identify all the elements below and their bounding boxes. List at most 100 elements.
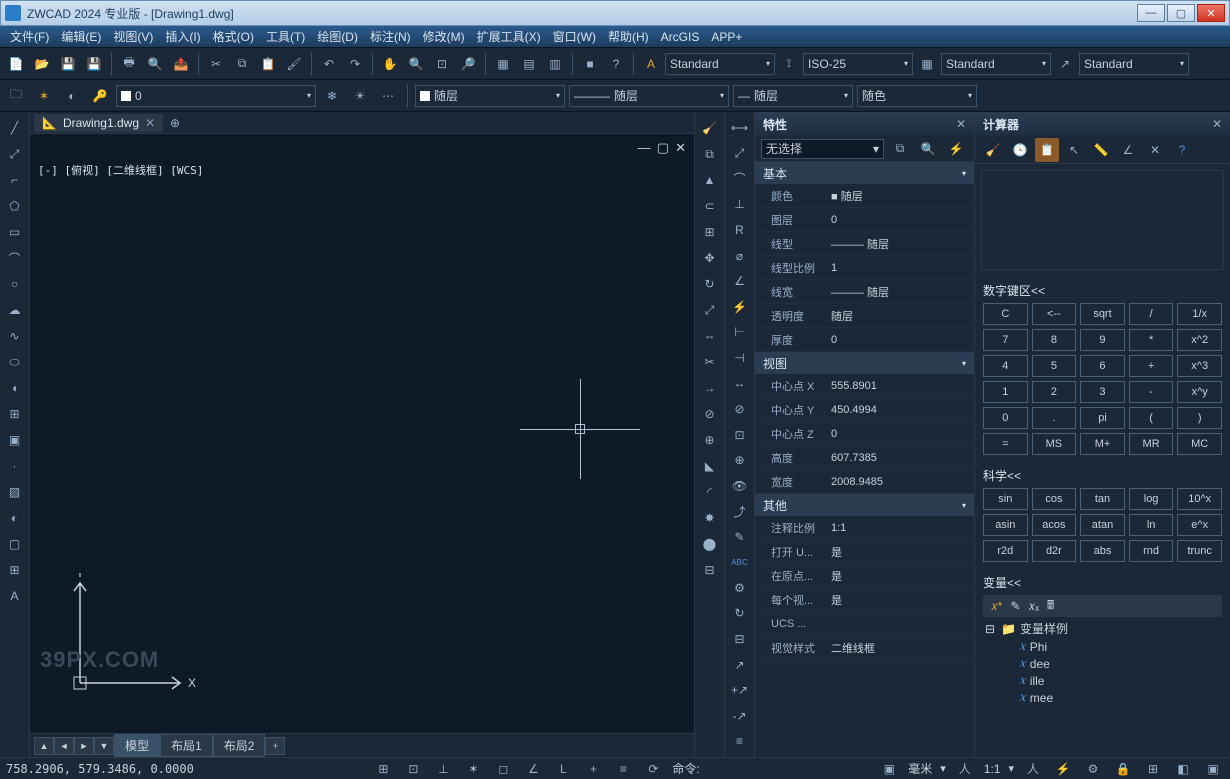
var-tab-x[interactable]: 𝑥* (991, 599, 1002, 614)
centermark-icon[interactable]: ⊕ (728, 448, 752, 472)
calc-intersect-icon[interactable]: ✕ (1143, 138, 1167, 162)
menu-视图V[interactable]: 视图(V) (107, 26, 159, 47)
polyline-icon[interactable]: ⌐ (3, 168, 27, 192)
saveas-icon[interactable]: 💾 (82, 52, 106, 76)
calc-btn-1[interactable]: 1 (983, 381, 1028, 403)
dim-aligned-icon[interactable]: ⤢ (728, 142, 752, 166)
rotate-icon[interactable]: ↻ (698, 272, 722, 296)
maximize-button[interactable]: ▢ (1167, 4, 1195, 22)
vp-close-icon[interactable]: ✕ (675, 140, 686, 156)
calc-btn-x^y[interactable]: x^y (1177, 381, 1222, 403)
var-root[interactable]: ⊟📁变量样例 (983, 619, 1222, 638)
annovis-icon[interactable]: 人 (1022, 760, 1044, 778)
undo-icon[interactable]: ↶ (317, 52, 341, 76)
layerstate-icon[interactable]: ✶ (32, 84, 56, 108)
new-tab-icon[interactable]: ⊕ (163, 111, 187, 135)
calc-btn-log[interactable]: log (1129, 488, 1174, 510)
menu-插入I[interactable]: 插入(I) (159, 26, 206, 47)
copy-mod-icon[interactable]: ⧉ (698, 142, 722, 166)
section-basic[interactable]: 基本▾ (755, 162, 974, 184)
grid-icon[interactable]: ⊡ (402, 760, 424, 778)
unit-display[interactable]: 毫米 (908, 760, 932, 777)
dim-baseline-icon[interactable]: ⊢ (728, 321, 752, 345)
calc-btn-/[interactable]: / (1129, 303, 1174, 325)
menu-工具T[interactable]: 工具(T) (260, 26, 311, 47)
calc-btn-trunc[interactable]: trunc (1177, 540, 1222, 562)
dim-linear-icon[interactable]: ⟷ (728, 116, 752, 140)
calc-btn-+[interactable]: + (1129, 355, 1174, 377)
array-icon[interactable]: ⊞ (698, 220, 722, 244)
dyn-icon[interactable]: + (582, 760, 604, 778)
calc-btn-ln[interactable]: ln (1129, 514, 1174, 536)
menu-修改M[interactable]: 修改(M) (417, 26, 471, 47)
calc-btn-atan[interactable]: atan (1080, 514, 1125, 536)
calc-sci-header[interactable]: 科学<< (975, 467, 1230, 484)
calc-btn-tan[interactable]: tan (1080, 488, 1125, 510)
mtext-icon[interactable]: A (3, 584, 27, 608)
snap-icon[interactable]: ⊞ (372, 760, 394, 778)
lock-icon[interactable]: 🔒 (1112, 760, 1134, 778)
vp-maximize-icon[interactable]: ▢ (657, 140, 669, 156)
zoom-icon[interactable]: 🔍 (404, 52, 428, 76)
xline-icon[interactable]: ⤢ (3, 142, 27, 166)
calc-btn-8[interactable]: 8 (1032, 329, 1077, 351)
text-style-combo[interactable]: Standard▾ (665, 53, 775, 75)
menu-格式O[interactable]: 格式(O) (207, 26, 260, 47)
calc-btn-rnd[interactable]: rnd (1129, 540, 1174, 562)
calc-btn-4[interactable]: 4 (983, 355, 1028, 377)
calc-btn-0[interactable]: 0 (983, 407, 1028, 429)
tab-layout2[interactable]: 布局2 (213, 734, 266, 757)
mleader-align-icon[interactable]: ≡ (728, 730, 752, 754)
lwt-icon[interactable]: ≡ (612, 760, 634, 778)
cleanscreen-icon[interactable]: ▣ (1202, 760, 1224, 778)
join-icon[interactable]: ⊕ (698, 428, 722, 452)
calc-btn-.[interactable]: . (1032, 407, 1077, 429)
sphere-icon[interactable]: ⬤ (698, 532, 722, 556)
plotstyle-combo[interactable]: 随色▾ (857, 85, 977, 107)
calc-btn-([interactable]: ( (1129, 407, 1174, 429)
calc-btn-<--[interactable]: <-- (1032, 303, 1077, 325)
table-icon[interactable]: ⊞ (3, 558, 27, 582)
mleaderstyle-icon[interactable]: ↗ (1053, 52, 1077, 76)
offset-icon[interactable]: ⊂ (698, 194, 722, 218)
calc-btn-10^x[interactable]: 10^x (1177, 488, 1222, 510)
color-combo[interactable]: 随层▾ (415, 85, 565, 107)
lineweight-combo[interactable]: —随层▾ (733, 85, 853, 107)
menu-帮助H[interactable]: 帮助(H) (602, 26, 655, 47)
dim-continue-icon[interactable]: ⊣ (728, 346, 752, 370)
calc-btn-3[interactable]: 3 (1080, 381, 1125, 403)
close-button[interactable]: ✕ (1197, 4, 1225, 22)
dim-arc-icon[interactable]: ⌒ (728, 167, 752, 191)
var-tab-del[interactable]: 𝑥ₓ (1028, 599, 1039, 614)
calc-close-icon[interactable]: ✕ (1212, 117, 1222, 131)
textstyle-icon[interactable]: A (639, 52, 663, 76)
annoscale-icon[interactable]: 人 (954, 760, 976, 778)
designcenter-icon[interactable]: ▤ (517, 52, 541, 76)
cut-icon[interactable]: ✂ (204, 52, 228, 76)
calc-btn-e^x[interactable]: e^x (1177, 514, 1222, 536)
menu-窗口W[interactable]: 窗口(W) (547, 26, 602, 47)
publish-icon[interactable]: 📤 (169, 52, 193, 76)
osnap-icon[interactable]: ◻ (492, 760, 514, 778)
calc-btn-sin[interactable]: sin (983, 488, 1028, 510)
calc-btn--[interactable]: - (1129, 381, 1174, 403)
mleader-style-combo[interactable]: Standard▾ (1079, 53, 1189, 75)
calc-getcoord-icon[interactable]: ↖ (1062, 138, 1086, 162)
redo-icon[interactable]: ↷ (343, 52, 367, 76)
var-Phi[interactable]: 𝑥Phi (983, 638, 1222, 655)
var-tab-edit[interactable]: ✎ (1010, 599, 1020, 613)
menu-APP+[interactable]: APP+ (705, 28, 748, 46)
layermore-icon[interactable]: ⋯ (376, 84, 400, 108)
calc-btn-d2r[interactable]: d2r (1032, 540, 1077, 562)
gradient-icon[interactable]: ◐ (3, 506, 27, 530)
calc-paste-icon[interactable]: 📋 (1035, 138, 1059, 162)
dimstyle2-icon[interactable]: ⚙ (728, 576, 752, 600)
color-btn-icon[interactable]: ■ (578, 52, 602, 76)
extend-icon[interactable]: → (698, 376, 722, 400)
new-icon[interactable]: 📄 (4, 52, 28, 76)
layerprops-icon[interactable]: 🗀 (4, 84, 28, 108)
paste-icon[interactable]: 📋 (256, 52, 280, 76)
circle-icon[interactable]: ○ (3, 272, 27, 296)
layerthaw-icon[interactable]: ☀ (348, 84, 372, 108)
polygon-icon[interactable]: ⬠ (3, 194, 27, 218)
